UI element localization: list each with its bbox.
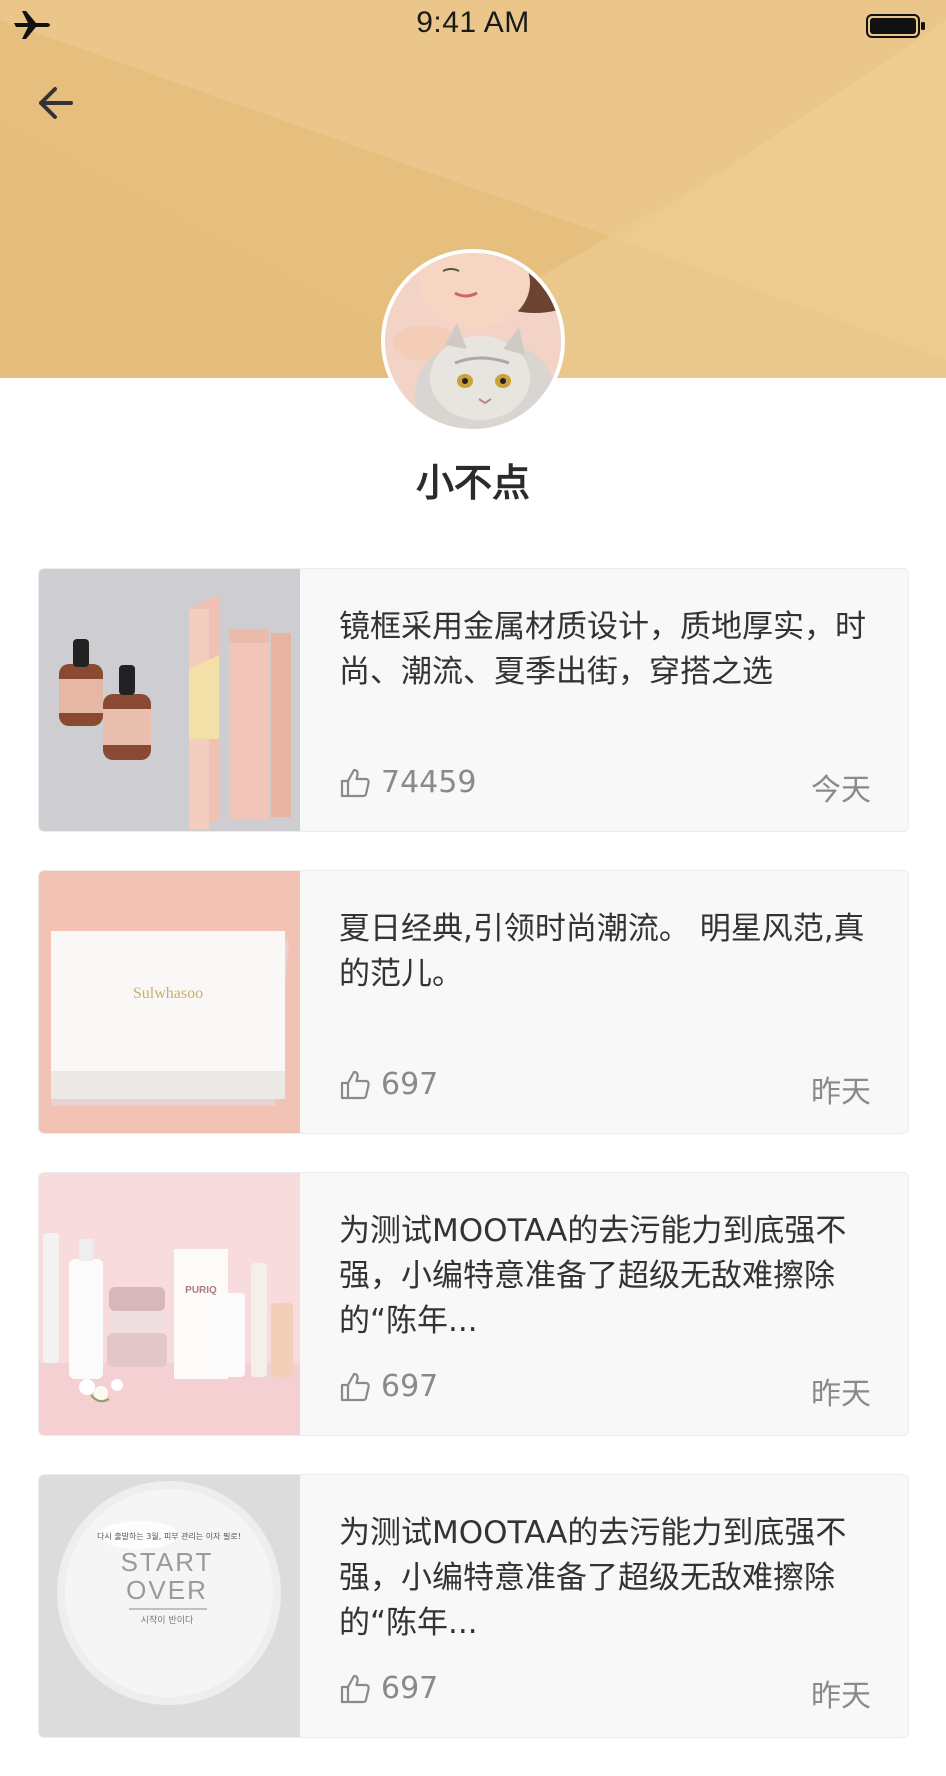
profile-name: 小不点 — [415, 461, 530, 505]
thumbs-up-icon — [339, 1371, 371, 1403]
like-count: 697 — [381, 1369, 439, 1404]
thumbs-up-icon — [339, 1069, 371, 1101]
thumb-korean-top: 다시 출발하는 3월, 피부 관리는 이자 필로! — [97, 1531, 241, 1541]
post-date: 今天 — [811, 773, 871, 808]
thumbs-up-icon — [339, 767, 371, 799]
post-text: 镜框采用金属材质设计，质地厚实，时尚、潮流、夏季出街，穿搭之选 — [339, 609, 866, 690]
post-text: 为测试MOOTAA的去污能力到底强不强，小编特意准备了超级无敌难擦除的“陈年..… — [339, 1515, 847, 1641]
post-card[interactable]: Sulwhasoo 夏日经典,引领时尚潮流。 明星风范,真的范儿。 697 昨天 — [38, 870, 909, 1134]
post-card[interactable]: 다시 출발하는 3월, 피부 관리는 이자 필로! START OVER 시작이… — [38, 1474, 909, 1738]
battery-icon — [866, 13, 926, 39]
like-button[interactable]: 697 — [339, 1369, 438, 1404]
post-feed: 镜框采用金属材质设计，质地厚实，时尚、潮流、夏季出街，穿搭之选 74459 今天… — [38, 568, 909, 1776]
status-time: 9:41 AM — [416, 6, 530, 39]
post-card[interactable]: PURIQ 为测试MOOTAA的去污能力到底强不强，小编特意准备了超级无敌难擦除… — [38, 1172, 909, 1436]
post-date: 昨天 — [811, 1075, 871, 1110]
post-date: 昨天 — [811, 1679, 871, 1714]
thumbs-up-icon — [339, 1673, 371, 1705]
like-button[interactable]: 74459 — [339, 765, 476, 800]
post-text: 夏日经典,引领时尚潮流。 明星风范,真的范儿。 — [339, 911, 865, 992]
post-thumbnail — [39, 569, 300, 831]
thumb-brand-text: PURIQ — [185, 1285, 217, 1296]
post-card[interactable]: 镜框采用金属材质设计，质地厚实，时尚、潮流、夏季出街，穿搭之选 74459 今天 — [38, 568, 909, 832]
back-button[interactable] — [30, 80, 80, 130]
like-count: 74459 — [381, 765, 477, 800]
post-thumbnail: 다시 출발하는 3월, 피부 관리는 이자 필로! START OVER 시작이… — [39, 1475, 300, 1737]
post-thumbnail: PURIQ — [39, 1173, 300, 1435]
like-count: 697 — [381, 1067, 439, 1102]
thumb-korean-bottom: 시작이 반이다 — [141, 1615, 194, 1626]
like-button[interactable]: 697 — [339, 1671, 438, 1706]
post-date: 昨天 — [811, 1377, 871, 1412]
like-count: 697 — [381, 1671, 439, 1706]
thumb-start-text: START — [121, 1547, 214, 1577]
avatar[interactable] — [381, 249, 565, 433]
thumb-over-text: OVER — [126, 1575, 208, 1605]
status-bar: 9:41 AM — [0, 0, 946, 52]
arrow-left-icon — [35, 85, 75, 125]
post-thumbnail: Sulwhasoo — [39, 871, 300, 1133]
post-text: 为测试MOOTAA的去污能力到底强不强，小编特意准备了超级无敌难擦除的“陈年..… — [339, 1213, 847, 1339]
thumb-brand-text: Sulwhasoo — [133, 985, 203, 1002]
like-button[interactable]: 697 — [339, 1067, 438, 1102]
